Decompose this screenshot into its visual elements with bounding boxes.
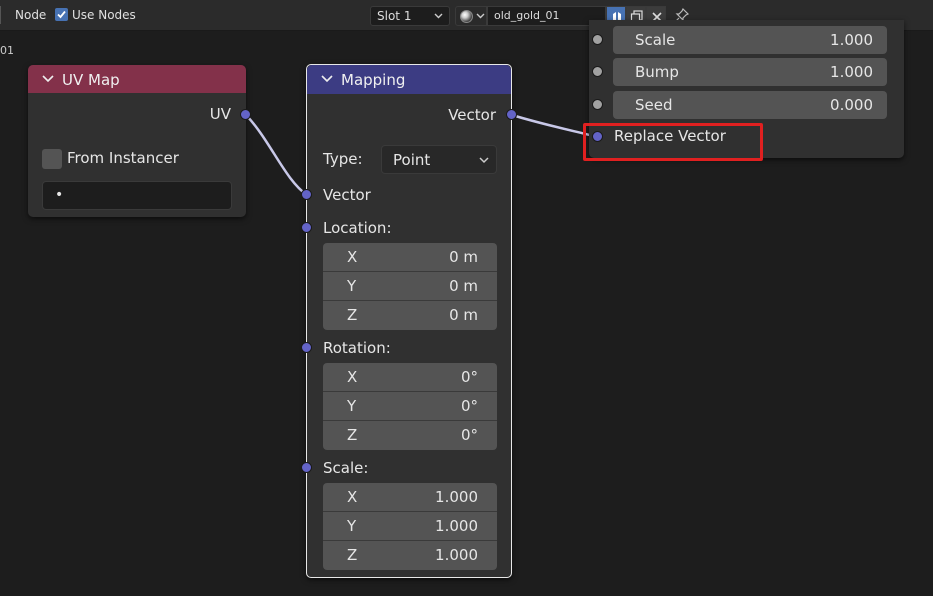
chevron-down-icon (479, 157, 489, 164)
vector-input-label: Vector (323, 186, 371, 204)
axis-label: X (347, 488, 358, 506)
seed-field-value: 0.000 (830, 96, 873, 114)
location-z-field[interactable]: Z 0 m (323, 301, 497, 330)
rotation-x-field[interactable]: X 0° (323, 363, 497, 392)
axis-label: X (347, 368, 358, 386)
use-nodes-label[interactable]: Use Nodes (72, 8, 136, 22)
rotation-socket[interactable] (301, 342, 312, 353)
from-instancer-label[interactable]: From Instancer (67, 149, 179, 167)
field-value: 0 m (449, 277, 478, 295)
bump-field-label: Bump (635, 63, 679, 81)
type-value: Point (393, 151, 431, 169)
chevron-down-icon (434, 13, 443, 19)
type-dropdown[interactable]: Point (381, 145, 497, 174)
vector-input-socket[interactable] (301, 189, 312, 200)
scale-z-field[interactable]: Z 1.000 (323, 541, 497, 570)
chevron-down-icon[interactable] (42, 74, 54, 83)
highlight-box (583, 123, 763, 161)
material-browse-button[interactable] (455, 6, 487, 26)
scale-field[interactable]: Scale 1.000 (613, 26, 887, 54)
bump-socket[interactable] (592, 66, 603, 77)
field-value: 0 m (449, 306, 478, 324)
scale-socket[interactable] (592, 34, 603, 45)
location-y-field[interactable]: Y 0 m (323, 272, 497, 301)
location-label: Location: (323, 219, 392, 237)
field-value: 0° (460, 426, 478, 444)
slot-dropdown[interactable]: Slot 1 (370, 6, 450, 26)
rotation-fields[interactable]: X 0° Y 0° Z 0° (323, 363, 497, 450)
axis-label: Z (347, 426, 358, 444)
rotation-y-field[interactable]: Y 0° (323, 392, 497, 421)
vector-output-socket[interactable] (506, 109, 517, 120)
scale-y-field[interactable]: Y 1.000 (323, 512, 497, 541)
uv-output-label: UV (209, 105, 231, 123)
field-value: 1.000 (435, 546, 478, 564)
field-value: 1.000 (435, 517, 478, 535)
use-nodes-checkbox[interactable] (55, 8, 68, 21)
axis-label: Y (347, 397, 357, 415)
mapping-node-header[interactable]: Mapping (307, 65, 511, 94)
uv-map-node[interactable]: UV Map UV From Instancer • (28, 65, 246, 217)
field-value: 0° (460, 397, 478, 415)
uv-map-node-header[interactable]: UV Map (28, 65, 246, 93)
location-fields[interactable]: X 0 m Y 0 m Z 0 m (323, 243, 497, 330)
scale-fields[interactable]: X 1.000 Y 1.000 Z 1.000 (323, 483, 497, 570)
field-value: 0° (460, 368, 478, 386)
bump-field-value: 1.000 (830, 63, 873, 81)
axis-label: Z (347, 306, 358, 324)
scale-field-label: Scale (635, 31, 676, 49)
from-instancer-checkbox[interactable] (42, 149, 62, 169)
scale-label: Scale: (323, 459, 369, 477)
uv-output-socket[interactable] (240, 109, 251, 120)
location-x-field[interactable]: X 0 m (323, 243, 497, 272)
seed-field-label: Seed (635, 96, 673, 114)
chevron-down-icon (476, 13, 485, 19)
axis-label: Y (347, 517, 357, 535)
uv-map-name-field[interactable]: • (42, 181, 232, 210)
scale-x-field[interactable]: X 1.000 (323, 483, 497, 512)
uv-map-name-value: • (55, 187, 64, 203)
seed-field[interactable]: Seed 0.000 (613, 91, 887, 119)
axis-label: X (347, 248, 358, 266)
mapping-title: Mapping (341, 71, 406, 89)
node-menu[interactable]: Node (15, 8, 46, 22)
bump-field[interactable]: Bump 1.000 (613, 58, 887, 86)
checkmark-icon (57, 10, 66, 19)
vector-output-label: Vector (448, 106, 496, 124)
seed-socket[interactable] (592, 99, 603, 110)
link-uv-to-vector (245, 114, 308, 197)
material-sphere-icon (460, 10, 473, 23)
chevron-down-icon[interactable] (321, 74, 333, 83)
slot-value: Slot 1 (377, 9, 412, 23)
axis-label: Y (347, 277, 357, 295)
rotation-label: Rotation: (323, 339, 391, 357)
location-socket[interactable] (301, 222, 312, 233)
frame-number: 01 (0, 44, 14, 57)
rotation-z-field[interactable]: Z 0° (323, 421, 497, 450)
uv-map-title: UV Map (62, 71, 120, 89)
field-value: 1.000 (435, 488, 478, 506)
axis-label: Z (347, 546, 358, 564)
scale-field-value: 1.000 (830, 31, 873, 49)
scale-socket[interactable] (301, 462, 312, 473)
mapping-node[interactable]: Mapping Vector Type: Point Vector Locati… (306, 64, 512, 578)
field-value: 0 m (449, 248, 478, 266)
header-left-edge (0, 6, 3, 24)
type-label: Type: (323, 150, 363, 168)
